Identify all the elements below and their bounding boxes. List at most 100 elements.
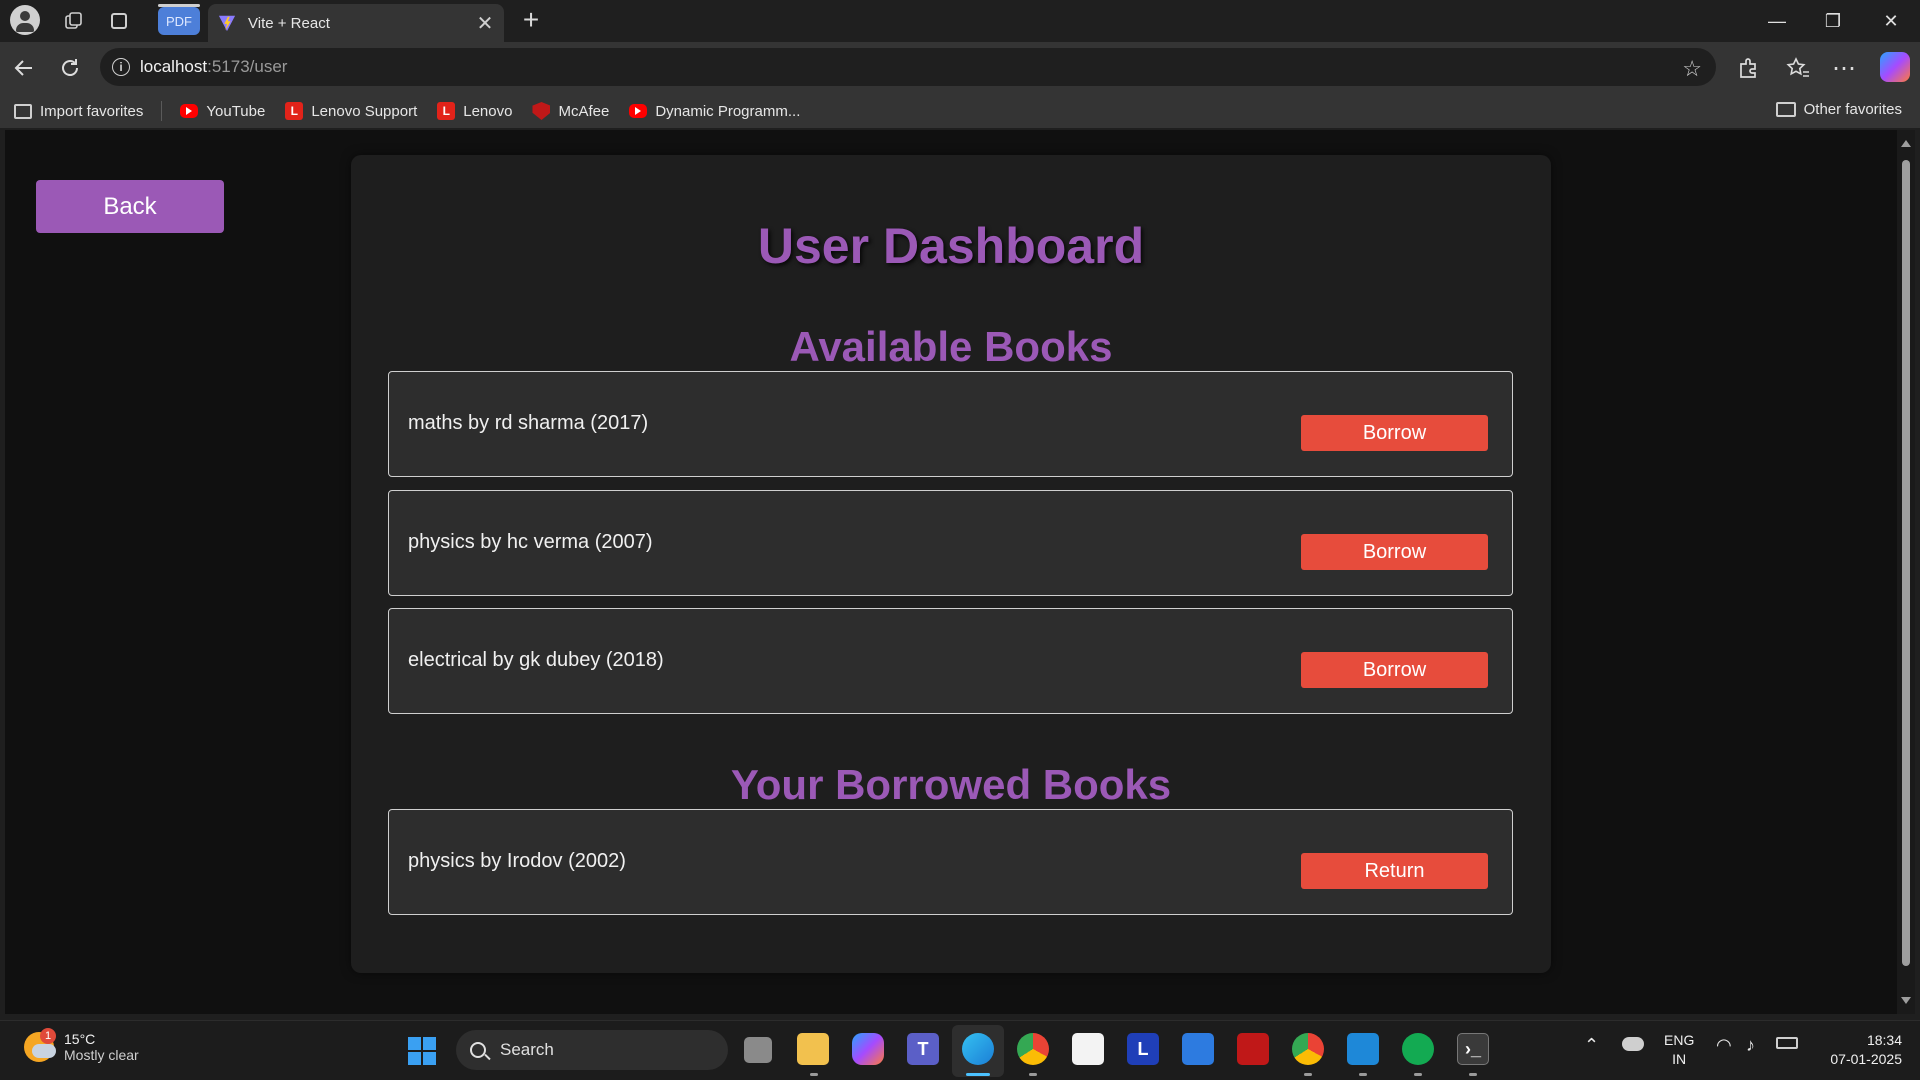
- other-favorites[interactable]: Other favorites: [1775, 101, 1902, 118]
- fav-label: Lenovo Support: [311, 102, 418, 120]
- mongodb-compass-icon[interactable]: [1402, 1033, 1434, 1065]
- search-label: Search: [500, 1040, 554, 1059]
- fav-label: Lenovo: [463, 102, 513, 120]
- clock-date: 07-01-2025: [1830, 1051, 1902, 1067]
- borrow-button[interactable]: Borrow: [1301, 415, 1488, 451]
- teams-icon[interactable]: T: [907, 1033, 939, 1065]
- new-tab-button[interactable]: +: [516, 6, 546, 36]
- lenovo-icon: L: [285, 102, 304, 120]
- volume-icon[interactable]: ♪: [1746, 1035, 1755, 1056]
- workspaces-icon[interactable]: [60, 7, 88, 35]
- extensions-icon[interactable]: [1732, 52, 1764, 84]
- page-viewport: Back User Dashboard Available Books math…: [5, 130, 1897, 1014]
- book-title: electrical by gk dubey (2018): [408, 649, 664, 671]
- windows-taskbar: 1 15°C Mostly clear Search T L ›_ ⌃ ENG …: [0, 1020, 1920, 1080]
- book-title: maths by rd sharma (2017): [408, 412, 649, 434]
- copilot-app-icon[interactable]: [852, 1033, 884, 1065]
- restore-button[interactable]: ❐: [1808, 4, 1858, 38]
- battery-icon[interactable]: [1776, 1037, 1798, 1049]
- system-clock[interactable]: 18:34 07-01-2025: [1812, 1031, 1902, 1069]
- weather-icon: 1: [24, 1028, 56, 1062]
- profile-avatar-icon[interactable]: [10, 5, 40, 35]
- tab-close-icon[interactable]: ✕: [472, 10, 498, 36]
- page-scrollbar[interactable]: [1897, 130, 1915, 1014]
- scroll-down-arrow-icon[interactable]: [1901, 997, 1911, 1004]
- folder-icon: [1775, 102, 1796, 117]
- tab-vite-react[interactable]: Vite + React ✕: [208, 4, 504, 42]
- wifi-icon[interactable]: ◠: [1716, 1035, 1732, 1056]
- copilot-icon[interactable]: [1880, 52, 1910, 82]
- terminal-icon[interactable]: ›_: [1457, 1033, 1489, 1065]
- app-running-indicator: [1359, 1073, 1367, 1076]
- scroll-up-arrow-icon[interactable]: [1901, 140, 1911, 147]
- app-running-indicator: [810, 1073, 818, 1076]
- site-info-icon[interactable]: i: [112, 58, 130, 76]
- youtube-icon: [629, 104, 648, 118]
- language-indicator[interactable]: ENG IN: [1664, 1031, 1694, 1069]
- other-favorites-label: Other favorites: [1803, 101, 1902, 118]
- favorite-star-icon[interactable]: ☆: [1682, 56, 1702, 82]
- more-options-icon[interactable]: ⋯: [1828, 52, 1860, 84]
- fav-label: McAfee: [558, 102, 610, 120]
- url-path: :5173/user: [207, 57, 288, 76]
- pen-app-icon[interactable]: [1182, 1033, 1214, 1065]
- favorites-icon[interactable]: [1782, 52, 1814, 84]
- show-hidden-icons-chevron-icon[interactable]: ⌃: [1584, 1035, 1599, 1056]
- clock-time: 18:34: [1866, 1032, 1902, 1048]
- address-bar[interactable]: i localhost:5173/user ☆: [100, 48, 1716, 86]
- app-running-indicator: [1304, 1073, 1312, 1076]
- minimize-button[interactable]: —: [1752, 4, 1802, 38]
- chrome-icon[interactable]: [1017, 1033, 1049, 1065]
- close-window-button[interactable]: ✕: [1866, 4, 1916, 38]
- task-view-icon[interactable]: [744, 1037, 772, 1063]
- back-arrow-icon[interactable]: [8, 52, 40, 84]
- fav-label: Dynamic Programm...: [655, 102, 801, 120]
- refresh-icon[interactable]: [54, 52, 86, 84]
- fav-import-favorites[interactable]: Import favorites: [14, 103, 143, 120]
- tab-actions-icon[interactable]: [105, 7, 133, 35]
- fav-label: YouTube: [206, 102, 266, 120]
- tab-title: Vite + React: [248, 14, 330, 32]
- chrome-profile-icon[interactable]: [1292, 1033, 1324, 1065]
- borrow-button[interactable]: Borrow: [1301, 534, 1488, 570]
- book-title: physics by hc verma (2007): [408, 531, 653, 553]
- back-button[interactable]: Back: [36, 180, 224, 233]
- lang-code: ENG: [1664, 1032, 1695, 1048]
- edge-icon[interactable]: [962, 1033, 994, 1065]
- fav-dynamic-programming[interactable]: Dynamic Programm...: [629, 103, 800, 120]
- lenovo-vantage-icon[interactable]: L: [1127, 1033, 1159, 1065]
- return-button[interactable]: Return: [1301, 853, 1488, 889]
- url-host: localhost: [140, 57, 208, 76]
- fav-lenovo[interactable]: L Lenovo: [437, 102, 512, 120]
- youtube-icon: [180, 104, 199, 118]
- app-running-indicator: [1029, 1073, 1037, 1076]
- weather-widget[interactable]: 1 15°C Mostly clear: [24, 1028, 139, 1063]
- mcafee-icon: [532, 102, 551, 120]
- fav-youtube[interactable]: YouTube: [180, 103, 265, 120]
- browser-titlebar: PDF Vite + React ✕ + — ❐ ✕: [0, 0, 1920, 42]
- windows-start-icon[interactable]: [408, 1037, 436, 1065]
- mcafee-app-icon[interactable]: [1237, 1033, 1269, 1065]
- onedrive-icon[interactable]: [1622, 1037, 1644, 1051]
- weather-badge: 1: [40, 1028, 56, 1044]
- borrow-button[interactable]: Borrow: [1301, 652, 1488, 688]
- book-title: physics by Irodov (2002): [408, 850, 626, 872]
- vscode-icon[interactable]: [1347, 1033, 1379, 1065]
- borrowed-books-heading: Your Borrowed Books: [730, 761, 1172, 808]
- fav-lenovo-support[interactable]: L Lenovo Support: [285, 102, 417, 120]
- taskbar-search[interactable]: Search: [456, 1030, 728, 1070]
- app-running-indicator: [1414, 1073, 1422, 1076]
- scroll-thumb[interactable]: [1902, 160, 1910, 966]
- tab-pdf[interactable]: PDF: [158, 4, 200, 35]
- pdf-tab-label: PDF: [166, 13, 192, 29]
- favorites-bar: Import favorites YouTube L Lenovo Suppor…: [0, 94, 1920, 128]
- file-explorer-icon[interactable]: [797, 1033, 829, 1065]
- fav-label: Import favorites: [40, 102, 144, 120]
- lang-region: IN: [1672, 1051, 1687, 1067]
- search-icon: [470, 1042, 486, 1058]
- ms-store-icon[interactable]: [1072, 1033, 1104, 1065]
- fav-mcafee[interactable]: McAfee: [532, 102, 609, 120]
- dashboard-card: User Dashboard Available Books maths by …: [351, 155, 1551, 973]
- favorites-divider: [161, 101, 163, 121]
- lenovo-icon: L: [437, 102, 456, 120]
